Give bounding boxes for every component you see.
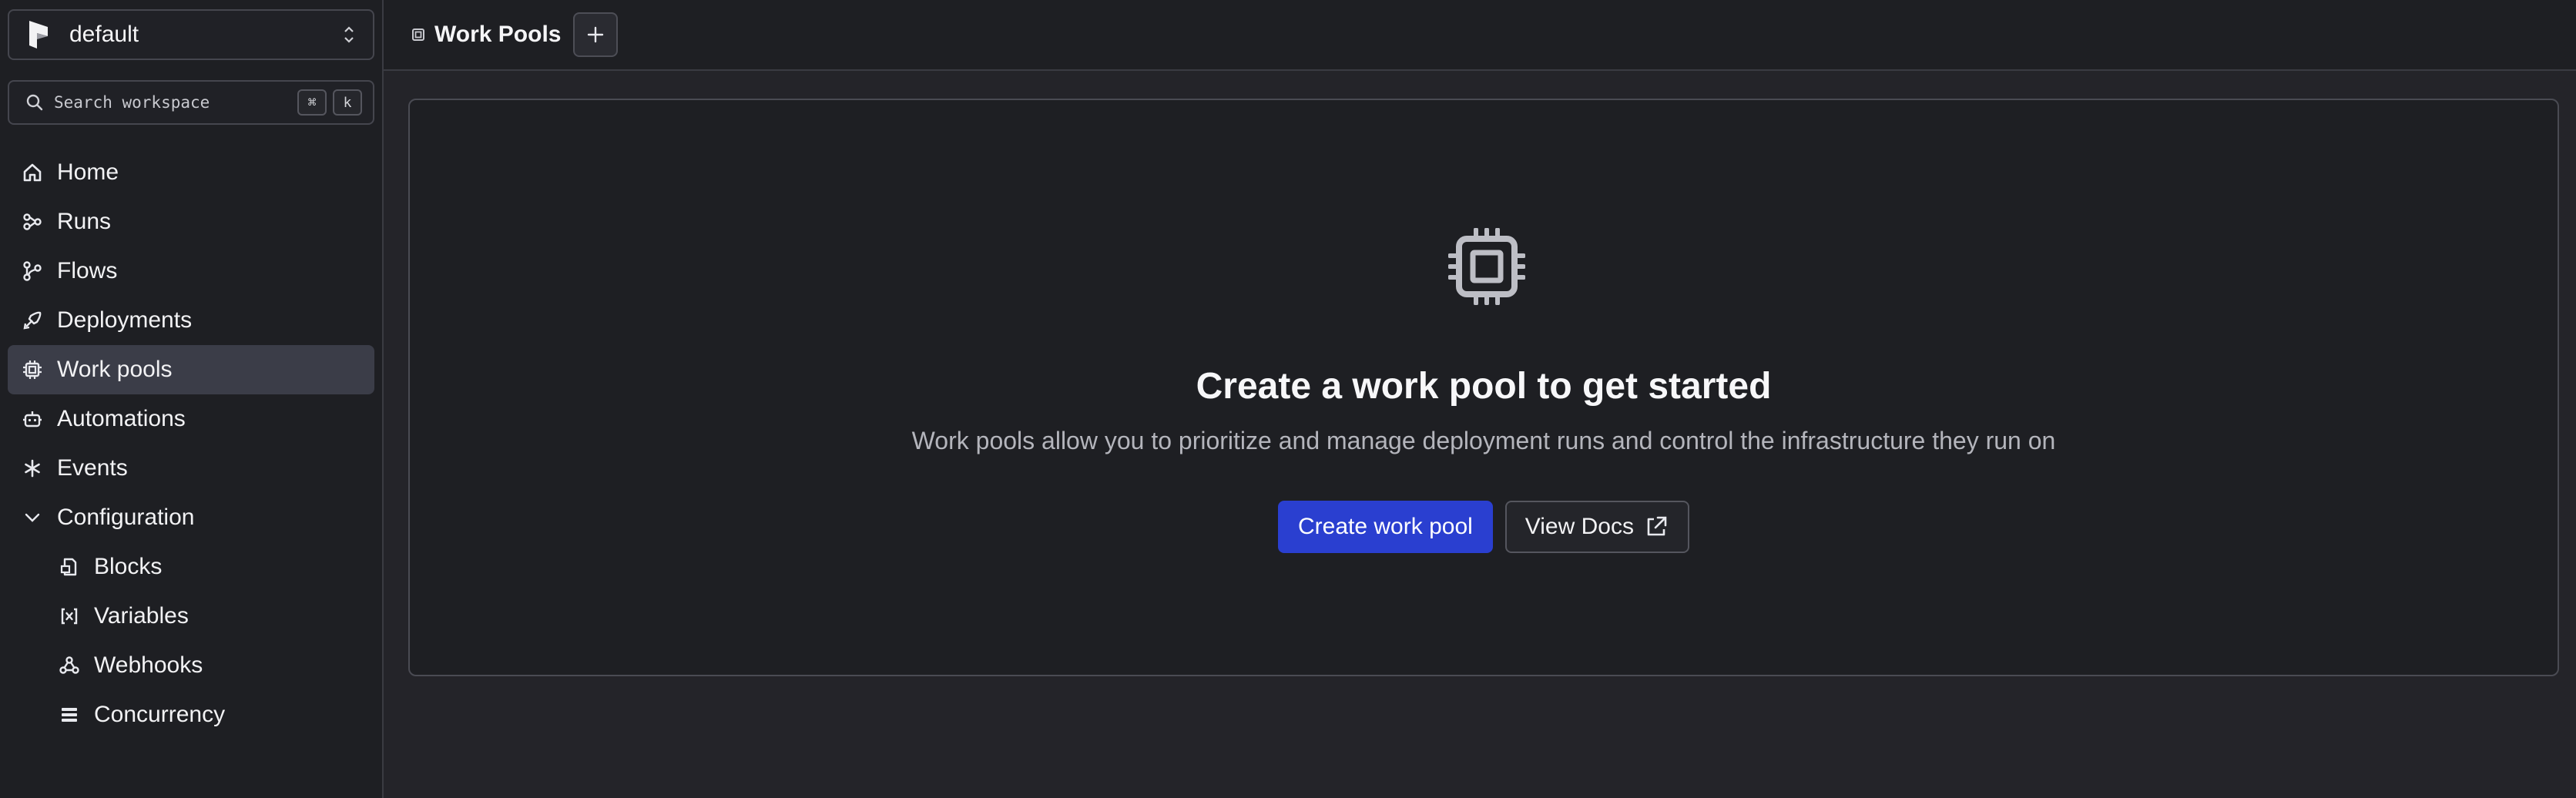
- sidebar-item-label: Concurrency: [94, 702, 226, 727]
- layers-icon: [62, 708, 77, 722]
- sidebar-item-label: Automations: [57, 406, 186, 431]
- sidebar-item-automations[interactable]: Automations: [8, 394, 374, 444]
- page-header: Work Pools: [384, 0, 2576, 71]
- kbd-cmd: ⌘: [297, 89, 327, 116]
- sidebar-item-concurrency[interactable]: Concurrency: [8, 690, 374, 739]
- workspace-name: default: [69, 22, 139, 47]
- asterisk-icon: [25, 459, 40, 478]
- blocks-icon: [60, 558, 77, 576]
- sidebar-item-configuration[interactable]: Configuration: [8, 493, 374, 542]
- sidebar-item-label: Webhooks: [94, 652, 203, 678]
- sidebar-item-label: Flows: [57, 258, 118, 283]
- empty-state-actions: Create work pool View Docs: [410, 501, 2558, 553]
- sidebar-item-label: Work pools: [57, 357, 173, 382]
- sidebar: default Search workspace ⌘ k Home Runs F…: [0, 0, 384, 798]
- plus-icon: [588, 26, 604, 43]
- create-work-pool-label: Create work pool: [1298, 514, 1473, 539]
- cpu-icon: [23, 360, 42, 379]
- sidebar-item-label: Runs: [57, 209, 112, 234]
- sidebar-item-label: Home: [57, 159, 119, 185]
- sidebar-nav: Home Runs Flows Deployments Work pools A…: [8, 148, 374, 739]
- main-content: Work Pools Create a work pool to get sta…: [384, 0, 2576, 798]
- view-docs-button[interactable]: View Docs: [1504, 501, 1689, 553]
- search-placeholder: Search workspace: [54, 93, 210, 112]
- search-icon: [26, 94, 43, 111]
- sidebar-item-label: Deployments: [57, 307, 193, 333]
- external-link-icon: [1647, 516, 1667, 536]
- bot-icon: [23, 411, 42, 428]
- search-input[interactable]: Search workspace ⌘ k: [8, 80, 374, 125]
- sidebar-item-home[interactable]: Home: [8, 148, 374, 197]
- sidebar-item-events[interactable]: Events: [8, 444, 374, 493]
- page-title: Work Pools: [434, 22, 562, 47]
- cpu-icon: [412, 28, 424, 41]
- webhook-icon: [59, 656, 79, 674]
- empty-state-card: Create a work pool to get started Work p…: [408, 99, 2559, 676]
- sidebar-item-label: Events: [57, 455, 128, 481]
- view-docs-label: View Docs: [1524, 514, 1634, 539]
- sidebar-item-work-pools[interactable]: Work pools: [8, 345, 374, 394]
- sidebar-item-label: Configuration: [57, 505, 195, 530]
- home-icon: [23, 163, 42, 182]
- variable-icon: [61, 608, 78, 625]
- app: default Search workspace ⌘ k Home Runs F…: [0, 0, 2576, 798]
- sidebar-item-label: Variables: [94, 603, 189, 629]
- create-work-pool-button[interactable]: Create work pool: [1278, 501, 1493, 553]
- sidebar-item-variables[interactable]: Variables: [8, 592, 374, 641]
- kbd-k: k: [333, 89, 362, 116]
- sidebar-item-runs[interactable]: Runs: [8, 197, 374, 246]
- sidebar-item-blocks[interactable]: Blocks: [8, 542, 374, 592]
- sidebar-item-deployments[interactable]: Deployments: [8, 296, 374, 345]
- empty-state-title: Create a work pool to get started: [1196, 366, 1772, 407]
- sidebar-item-label: Blocks: [94, 554, 163, 579]
- cpu-icon: [1448, 228, 1525, 305]
- chevrons-up-down-icon: [344, 26, 354, 43]
- prefect-logo-icon: [29, 21, 48, 49]
- sidebar-item-flows[interactable]: Flows: [8, 246, 374, 296]
- chevron-down-icon: [25, 513, 40, 522]
- runs-icon: [23, 213, 42, 230]
- rocket-icon: [23, 311, 42, 330]
- empty-state-description: Work pools allow you to prioritize and m…: [911, 427, 2056, 454]
- add-work-pool-button[interactable]: [573, 12, 619, 57]
- workspace-switcher[interactable]: default: [8, 9, 374, 60]
- sidebar-item-webhooks[interactable]: Webhooks: [8, 641, 374, 690]
- flows-icon: [23, 261, 42, 281]
